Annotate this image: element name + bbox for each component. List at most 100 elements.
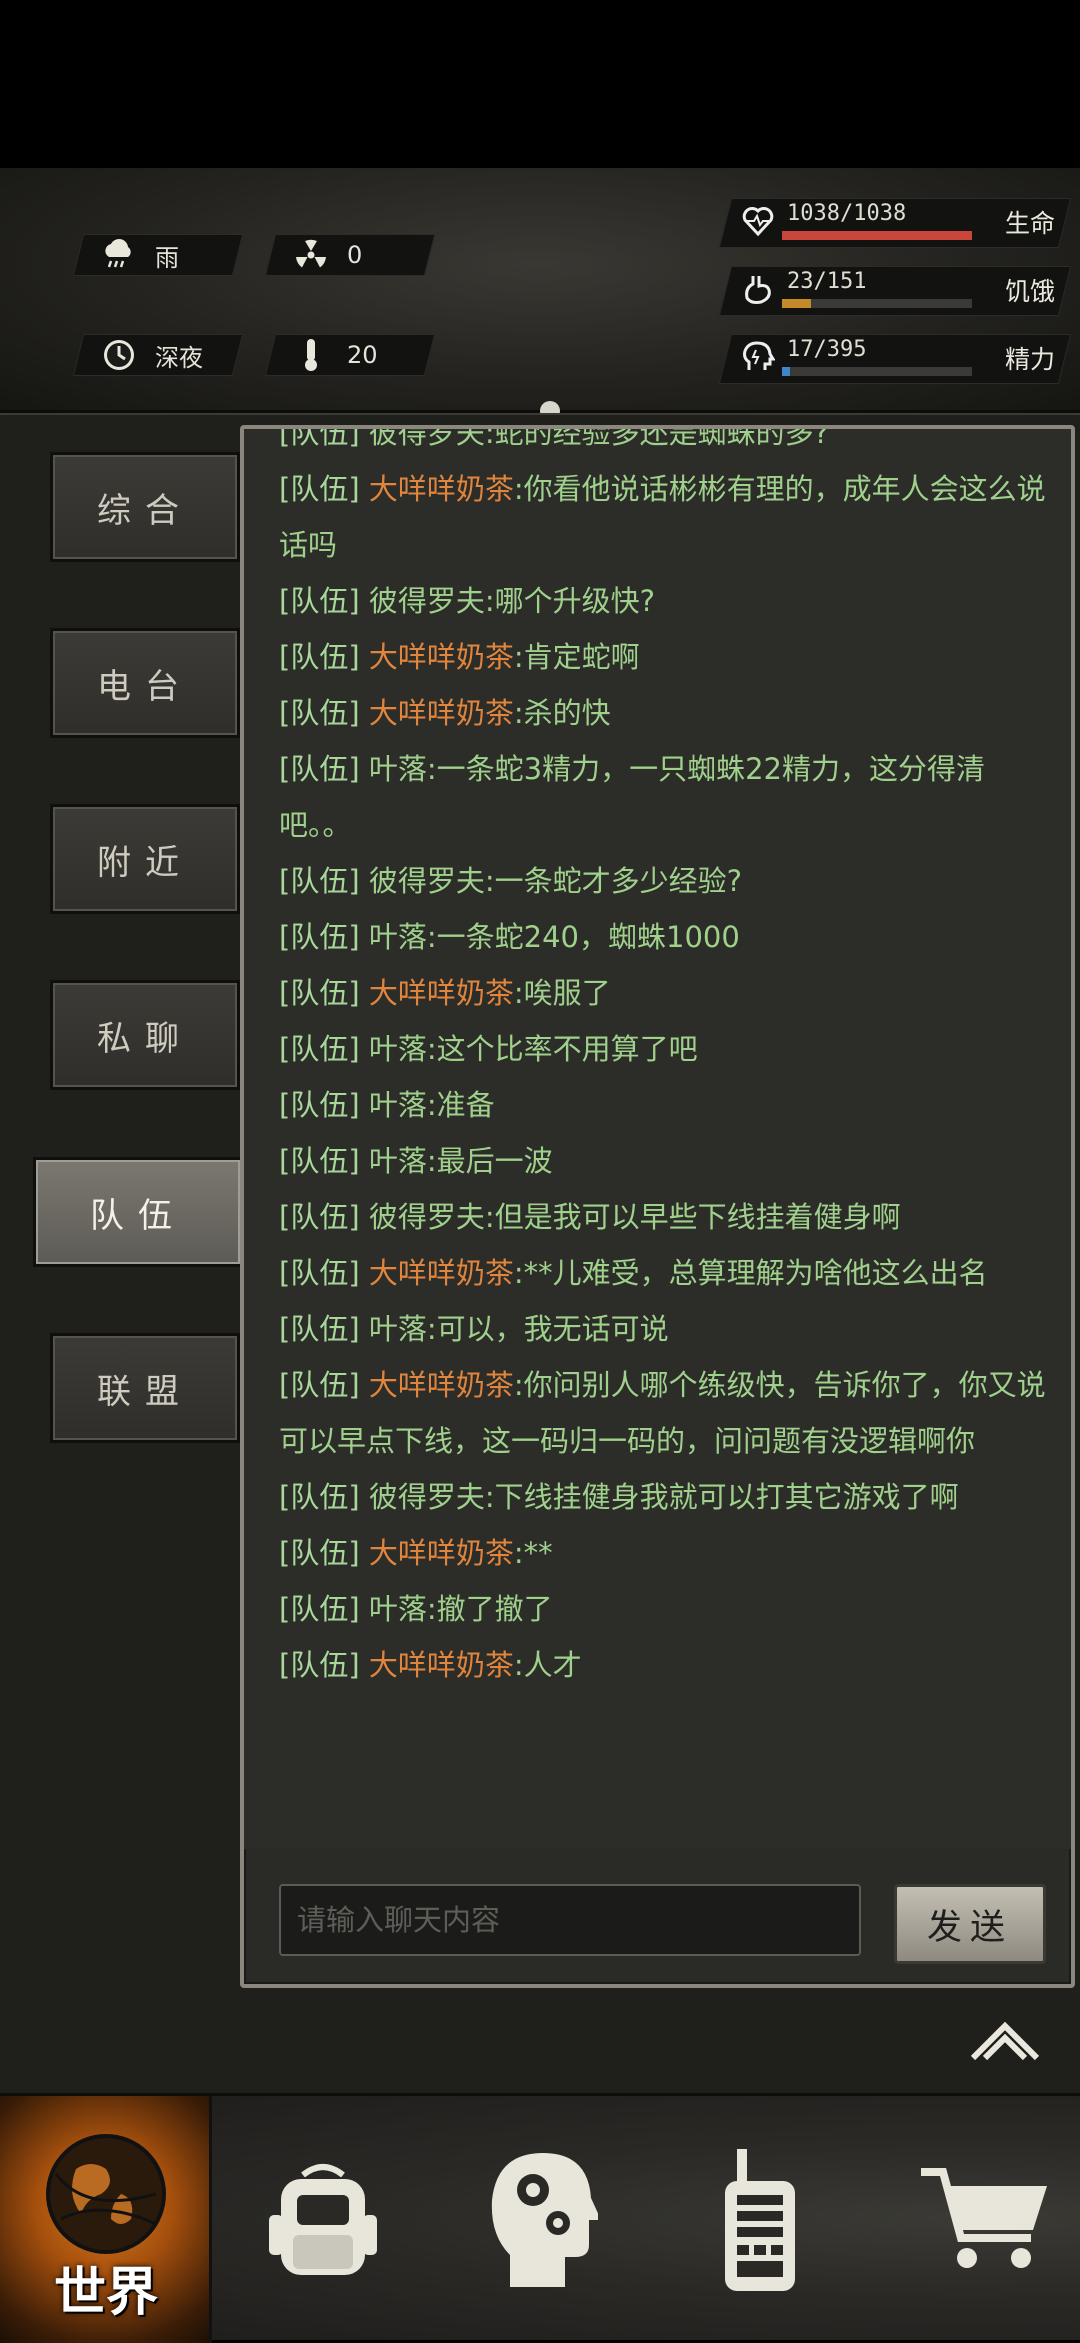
vital-energy: 17/395 精力 xyxy=(718,334,1072,384)
vital-energy-value: 17/395 xyxy=(787,337,867,362)
heart-icon xyxy=(739,204,777,242)
vital-health-bar xyxy=(782,231,972,240)
chat-message: [队伍] 大咩咩奶茶:杀的快 xyxy=(279,696,611,730)
chat-sender-name[interactable]: 大咩咩奶茶 xyxy=(369,976,514,1010)
chat-channel-tag: [队伍] xyxy=(279,429,360,450)
chat-sender-name[interactable]: 叶落 xyxy=(369,1312,427,1346)
chat-channel-tag: [队伍] xyxy=(279,1368,360,1402)
chat-input[interactable]: 请输入聊天内容 xyxy=(279,1884,861,1956)
walkie-talkie-icon xyxy=(725,2148,795,2291)
chat-channel-tag: [队伍] xyxy=(279,864,360,898)
chat-sender-name[interactable]: 彼得罗夫 xyxy=(369,429,485,450)
tab-nearby[interactable]: 附近 xyxy=(50,804,240,914)
nav-communicator[interactable] xyxy=(700,2096,820,2343)
chat-message: [队伍] 叶落:撤了撤了 xyxy=(279,1592,553,1626)
status-header: 雨 0 深夜 20 1038/1038 生命 23/151 饥饿 17/395 … xyxy=(0,168,1080,539)
chat-message-text: 蛇的经验多还是蜘蛛的多? xyxy=(494,429,830,450)
chat-channel-tag: [队伍] xyxy=(279,1592,360,1626)
rain-cloud-icon xyxy=(99,235,139,275)
weather-label: 雨 xyxy=(155,243,179,272)
temperature-chip: 20 xyxy=(264,334,436,376)
top-system-area xyxy=(0,0,1080,168)
chat-channel-tag: [队伍] xyxy=(279,640,360,674)
chat-sender-name[interactable]: 大咩咩奶茶 xyxy=(369,1536,514,1570)
chat-channel-tag: [队伍] xyxy=(279,1648,360,1682)
chat-sender-name[interactable]: 叶落 xyxy=(369,752,427,786)
chat-channel-tag: [队伍] xyxy=(279,584,360,618)
chat-sender-name[interactable]: 叶落 xyxy=(369,1144,427,1178)
chat-message-text: 肯定蛇啊 xyxy=(523,640,640,674)
chat-sender-name[interactable]: 彼得罗夫 xyxy=(369,1480,485,1514)
chat-message: [队伍] 大咩咩奶茶:肯定蛇啊 xyxy=(279,640,640,674)
collapse-up-icon[interactable] xyxy=(965,2010,1045,2070)
time-chip: 深夜 xyxy=(72,334,244,376)
chat-sender-name[interactable]: 彼得罗夫 xyxy=(369,864,485,898)
chat-message: [队伍] 叶落:准备 xyxy=(279,1088,495,1122)
chat-message-text: 准备 xyxy=(436,1088,495,1122)
chat-message-text: 唉服了 xyxy=(523,976,611,1010)
time-label: 深夜 xyxy=(155,343,203,372)
chat-log[interactable]: [队伍] 彼得罗夫:蛇的经验多还是蜘蛛的多? [队伍] 大咩咩奶茶:你看他说话彬彬… xyxy=(244,429,1071,1849)
chat-channel-tag: [队伍] xyxy=(279,1200,360,1234)
chat-message: [队伍] 大咩咩奶茶:唉服了 xyxy=(279,976,611,1010)
chat-sender-name[interactable]: 叶落 xyxy=(369,1032,427,1066)
chat-message-text: 可以，我无话可说 xyxy=(436,1312,669,1346)
chat-message: [队伍] 彼得罗夫:哪个升级快? xyxy=(279,584,656,618)
vital-health-value: 1038/1038 xyxy=(787,201,907,226)
vital-health: 1038/1038 生命 xyxy=(718,198,1072,248)
nav-backpack[interactable] xyxy=(258,2096,388,2343)
chat-message-text: 一条蛇240，蜘蛛1000 xyxy=(436,920,740,954)
radiation-chip: 0 xyxy=(264,234,436,276)
chat-message-text: **儿难受，总算理解为啥他这么出名 xyxy=(523,1256,988,1290)
tab-team[interactable]: 队伍 xyxy=(33,1157,243,1267)
send-button[interactable]: 发送 xyxy=(894,1884,1046,1964)
chat-message: [队伍] 叶落:一条蛇3精力，一只蜘蛛22精力，这分得清吧。。 xyxy=(279,752,986,842)
vital-energy-label: 精力 xyxy=(1004,345,1055,374)
globe-icon xyxy=(46,2134,166,2254)
chat-message: [队伍] 大咩咩奶茶:人才 xyxy=(279,1648,582,1682)
chat-sender-name[interactable]: 大咩咩奶茶 xyxy=(369,696,514,730)
chat-sender-name[interactable]: 大咩咩奶茶 xyxy=(369,1256,514,1290)
chat-channel-tag: [队伍] xyxy=(279,1144,360,1178)
chat-sender-name[interactable]: 彼得罗夫 xyxy=(369,1200,485,1234)
chat-message: [队伍] 彼得罗夫:但是我可以早些下线挂着健身啊 xyxy=(279,1200,901,1234)
chat-sender-name[interactable]: 叶落 xyxy=(369,1592,427,1626)
chat-message-text: 人才 xyxy=(523,1648,582,1682)
tab-alliance[interactable]: 联盟 xyxy=(50,1333,240,1443)
head-gears-icon xyxy=(491,2152,598,2287)
nav-skills[interactable] xyxy=(478,2096,608,2343)
chat-sender-name[interactable]: 大咩咩奶茶 xyxy=(369,1368,514,1402)
chat-sender-name[interactable]: 大咩咩奶茶 xyxy=(369,640,514,674)
nav-world-label: 世界 xyxy=(53,2263,158,2323)
chat-message: [队伍] 彼得罗夫:一条蛇才多少经验? xyxy=(279,864,743,898)
tab-radio[interactable]: 电台 xyxy=(50,628,240,738)
temperature-value: 20 xyxy=(347,341,378,369)
chat-sender-name[interactable]: 叶落 xyxy=(369,1088,427,1122)
clock-icon xyxy=(99,335,139,375)
chat-message-text: 下线挂健身我就可以打其它游戏了啊 xyxy=(494,1480,959,1514)
chat-message: [队伍] 大咩咩奶茶:你问别人哪个练级快，告诉你了，你又说可以早点下线，这一码归… xyxy=(279,1368,1046,1458)
chat-message: [队伍] 大咩咩奶茶:你看他说话彬彬有理的，成年人会这么说话吗 xyxy=(279,472,1046,562)
chat-message: [队伍] 大咩咩奶茶:**儿难受，总算理解为啥他这么出名 xyxy=(279,1256,988,1290)
tab-private[interactable]: 私聊 xyxy=(50,980,240,1090)
bottom-nav: 世界 xyxy=(0,2093,1080,2343)
nav-shop[interactable] xyxy=(905,2096,1065,2343)
chat-message-text: 最后一波 xyxy=(436,1144,553,1178)
nav-world[interactable]: 世界 xyxy=(0,2096,212,2343)
stomach-icon xyxy=(739,272,777,310)
vital-health-label: 生命 xyxy=(1004,209,1055,238)
chat-message-text: 杀的快 xyxy=(523,696,611,730)
chat-sender-name[interactable]: 彼得罗夫 xyxy=(369,584,485,618)
chat-channel-tag: [队伍] xyxy=(279,696,360,730)
chat-channel-tag: [队伍] xyxy=(279,1312,360,1346)
tab-general[interactable]: 综合 xyxy=(50,452,240,562)
chat-message-text: 撤了撤了 xyxy=(436,1592,553,1626)
chat-sender-name[interactable]: 叶落 xyxy=(369,920,427,954)
radiation-value: 0 xyxy=(347,241,363,269)
vital-hunger-value: 23/151 xyxy=(787,269,867,294)
chat-sender-name[interactable]: 大咩咩奶茶 xyxy=(369,1648,514,1682)
chat-sender-name[interactable]: 大咩咩奶茶 xyxy=(369,472,514,506)
chat-message-text: 但是我可以早些下线挂着健身啊 xyxy=(494,1200,901,1234)
chat-channel-tag: [队伍] xyxy=(279,1032,360,1066)
chat-channel-tag: [队伍] xyxy=(279,1256,360,1290)
